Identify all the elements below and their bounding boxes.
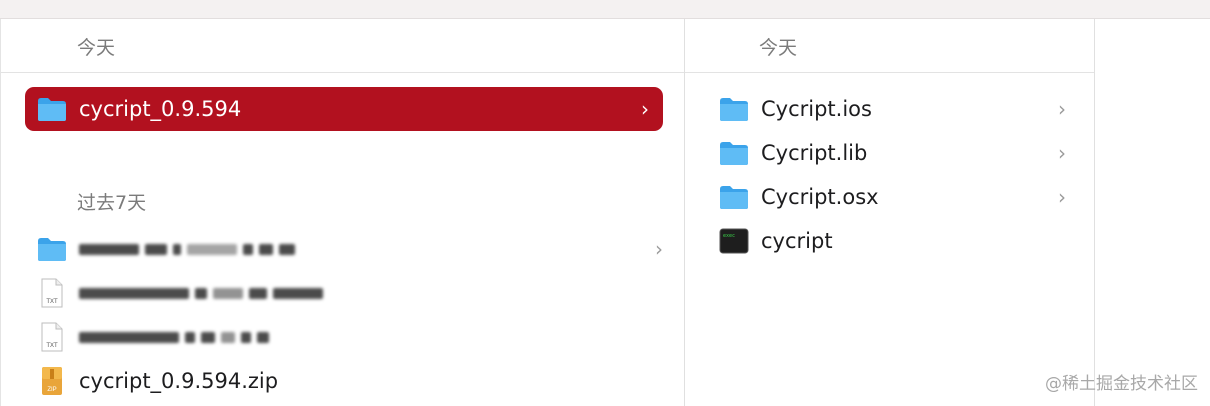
file-row-cycript-ios[interactable]: Cycript.ios › [719,87,1094,131]
finder-column-1: 今天 cycript_0.9.594 › 过去7天 › TXT TXT ZIP … [0,19,684,406]
section-header-today: 今天 [685,19,1094,73]
file-row-cycript-folder[interactable]: cycript_0.9.594 › [25,87,663,131]
terminal-executable-icon: exec [719,226,749,256]
chevron-right-icon: › [1058,141,1066,165]
file-row-cycript-osx[interactable]: Cycript.osx › [719,175,1094,219]
watermark: @稀土掘金技术社区 [1045,374,1198,394]
file-name: cycript [761,229,833,253]
chevron-right-icon: › [641,97,649,121]
chevron-right-icon: › [1058,185,1066,209]
file-row-cycript-exec[interactable]: exec cycript [719,219,1094,263]
file-row-cycript-zip[interactable]: ZIP cycript_0.9.594.zip [37,359,677,403]
finder-column-3 [1094,19,1210,406]
file-name: cycript_0.9.594 [79,97,242,121]
svg-text:ZIP: ZIP [47,387,56,393]
folder-icon [719,182,749,212]
file-row-blurred-text-2[interactable]: TXT [37,315,677,359]
file-name: cycript_0.9.594.zip [79,369,279,393]
file-row-cycript-lib[interactable]: Cycript.lib › [719,131,1094,175]
text-file-icon: TXT [37,278,67,308]
svg-text:TXT: TXT [46,299,58,305]
folder-icon [37,94,67,124]
folder-icon [37,234,67,264]
file-name: Cycript.osx [761,185,879,209]
finder-column-2: 今天 Cycript.ios › Cycript.lib › Cycript.o… [684,19,1094,406]
file-name: Cycript.lib [761,141,868,165]
redacted-file-name [79,331,269,343]
section-header-today: 今天 [1,19,684,73]
file-row-blurred-text-1[interactable]: TXT [37,271,677,315]
file-name: Cycript.ios [761,97,872,121]
window-top-strip [0,0,1210,19]
svg-text:exec: exec [723,233,735,239]
svg-text:TXT: TXT [46,343,58,349]
file-row-blurred-folder[interactable]: › [37,227,677,271]
redacted-file-name [79,243,295,255]
text-file-icon: TXT [37,322,67,352]
redacted-file-name [79,287,323,299]
folder-icon [719,94,749,124]
folder-icon [719,138,749,168]
chevron-right-icon: › [655,237,663,261]
zip-archive-icon: ZIP [37,366,67,396]
chevron-right-icon: › [1058,97,1066,121]
section-header-past-7-days: 过去7天 [77,191,147,214]
